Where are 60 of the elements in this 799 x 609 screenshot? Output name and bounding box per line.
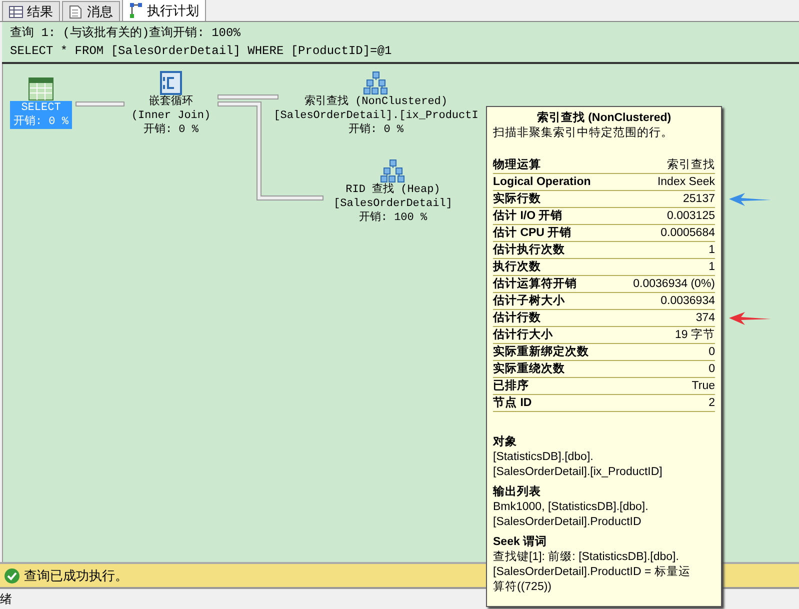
property-value: Index Seek: [657, 174, 715, 190]
property-label: 节点 ID: [493, 396, 532, 410]
property-label: Logical Operation: [493, 174, 591, 190]
property-label: 估计 I/O 开销: [493, 208, 563, 224]
section-text: 查找键[1]: 前缀: [StatisticsDB].[dbo].: [493, 550, 680, 565]
tooltip-title: 索引查找 (NonClustered): [536, 111, 672, 126]
status-message: 查询已成功执行。: [24, 566, 128, 584]
property-value: 1: [708, 242, 715, 258]
property-value: 19 字节: [675, 328, 715, 342]
document-icon: [69, 4, 83, 18]
hierarchy-icon: [363, 71, 389, 95]
tab[interactable]: 结果: [2, 1, 60, 21]
plan-icon: [129, 2, 143, 18]
property-value: 0.0005684: [660, 226, 715, 240]
property-label: 估计执行次数: [493, 242, 565, 258]
footer-text: 绪: [0, 590, 12, 608]
property-label: 实际行数: [493, 192, 541, 206]
property-label: 估计行数: [493, 310, 541, 326]
section-text: [StatisticsDB].[dbo].: [493, 450, 594, 465]
property-label: 执行次数: [493, 260, 541, 274]
section-heading: 对象: [493, 435, 518, 450]
table-icon: [28, 77, 54, 101]
property-label: 实际重绕次数: [493, 362, 565, 376]
plan-node-label[interactable]: 嵌套循环 (Inner Join) 开销: 0 %: [128, 95, 214, 137]
property-label: 估计子树大小: [493, 294, 565, 308]
tooltip-description: 扫描非聚集索引中特定范围的行。: [493, 126, 674, 141]
property-label: 实际重新绑定次数: [493, 344, 589, 360]
grid-icon: [9, 6, 23, 18]
property-value: True: [692, 378, 715, 394]
section-text: [SalesOrderDetail].[ix_ProductID]: [493, 465, 664, 480]
plan-node-label[interactable]: 索引查找 (NonClustered) [SalesOrderDetail].[ix_ProductI 开销: 0 %: [270, 95, 482, 137]
property-label: 估计 CPU 开销: [493, 226, 572, 240]
property-value: 25137: [683, 192, 715, 206]
plan-node-label[interactable]: RID 查找 (Heap) [SalesOrderDetail] 开销: 100 %: [330, 183, 456, 225]
section-text: Bmk1000, [StatisticsDB].[dbo].: [493, 500, 650, 515]
hierarchy-icon: [380, 159, 406, 183]
section-heading: Seek 谓词: [493, 535, 548, 550]
property-label: 物理运算: [493, 158, 541, 172]
query-title: 查询 1: (与该批有关的)查询开销: 100%: [10, 25, 242, 42]
tab[interactable]: 消息: [62, 1, 120, 21]
section-text: 算符((725)): [493, 580, 553, 595]
property-value: 0.0036934 (0%): [633, 276, 715, 292]
success-icon: [4, 568, 20, 584]
property-value: 374: [696, 310, 715, 326]
property-value: 1: [708, 260, 715, 274]
property-value: 2: [708, 396, 715, 410]
sql-statement: SELECT * FROM [SalesOrderDetail] WHERE [ProductID]=@1: [10, 43, 393, 60]
section-heading: 输出列表: [493, 485, 542, 500]
tab[interactable]: 执行计划: [122, 0, 206, 21]
property-value: 0.003125: [667, 208, 715, 224]
property-value: 0: [708, 344, 715, 360]
property-value: 0: [708, 362, 715, 376]
property-value: 索引查找: [667, 158, 715, 172]
section-text: [SalesOrderDetail].ProductID = 标量运: [493, 565, 692, 580]
loop-icon: [160, 71, 182, 95]
property-value: 0.0036934: [660, 294, 715, 308]
section-text: [SalesOrderDetail].ProductID: [493, 515, 642, 530]
property-label: 已排序: [493, 378, 529, 394]
property-label: 估计运算符开销: [493, 276, 577, 292]
property-label: 估计行大小: [493, 328, 553, 342]
